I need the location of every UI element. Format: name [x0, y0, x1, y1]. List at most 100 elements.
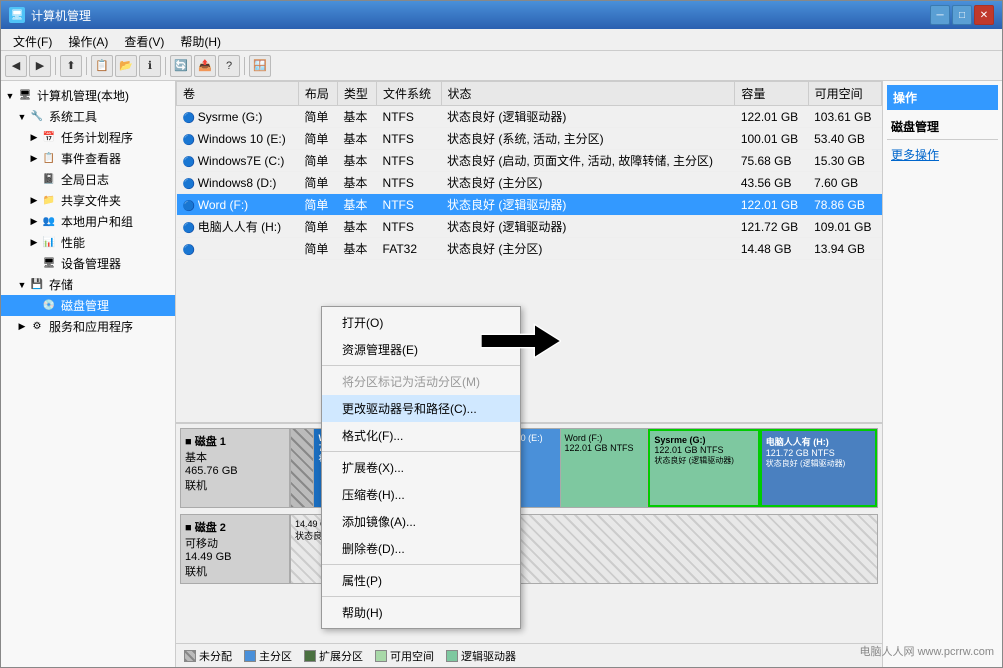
table-row[interactable]: 🔵 Windows7E (C:)简单基本NTFS状态良好 (启动, 页面文件, … [177, 150, 882, 172]
more-actions-link[interactable]: 更多操作 [887, 144, 998, 165]
sidebar-label: 服务和应用程序 [49, 318, 133, 335]
help-button[interactable]: ? [218, 55, 240, 77]
table-cell: 简单 [298, 150, 337, 172]
sidebar-item-local-users[interactable]: ▶ 👥 本地用户和组 [1, 211, 175, 232]
table-cell: 状态良好 (逻辑驱动器) [441, 106, 735, 128]
table-cell: NTFS [377, 150, 441, 172]
up-button[interactable]: ⬆ [60, 55, 82, 77]
expand-arrow: ▼ [5, 91, 15, 101]
scheduler-icon: 📅 [41, 130, 57, 146]
close-button[interactable]: ✕ [974, 5, 994, 25]
table-cell: 简单 [298, 194, 337, 216]
sidebar-item-event-viewer[interactable]: ▶ 📋 事件查看器 [1, 148, 175, 169]
minimize-button[interactable]: ─ [930, 5, 950, 25]
back-button[interactable]: ◀ [5, 55, 27, 77]
ctx-item[interactable]: 帮助(H) [322, 599, 520, 626]
table-cell: 103.61 GB [808, 106, 881, 128]
table-row[interactable]: 🔵 电脑人人有 (H:)简单基本NTFS状态良好 (逻辑驱动器)121.72 G… [177, 216, 882, 238]
table-cell: NTFS [377, 172, 441, 194]
col-header-volume[interactable]: 卷 [177, 82, 299, 106]
expand-button[interactable]: 📂 [115, 55, 137, 77]
sidebar-item-computer[interactable]: ▼ 🖥 计算机管理(本地) [1, 85, 175, 106]
table-cell: NTFS [377, 216, 441, 238]
legend-logical: 逻辑驱动器 [446, 648, 516, 664]
partition-sysrme[interactable]: Sysrme (G:) 122.01 GB NTFS 状态良好 (逻辑驱动器) [648, 429, 759, 507]
table-cell: 🔵 Word (F:) [177, 194, 299, 216]
legend-primary-label: 主分区 [259, 648, 292, 664]
col-header-type[interactable]: 类型 [337, 82, 376, 106]
ctx-item[interactable]: 属性(P) [322, 567, 520, 594]
menu-help[interactable]: 帮助(H) [172, 31, 229, 48]
sidebar-item-task-scheduler[interactable]: ▶ 📅 任务计划程序 [1, 127, 175, 148]
table-cell: 状态良好 (逻辑驱动器) [441, 194, 735, 216]
sidebar-item-disk-management[interactable]: 💿 磁盘管理 [1, 295, 175, 316]
new-window-button[interactable]: 🪟 [249, 55, 271, 77]
table-cell: 简单 [298, 216, 337, 238]
table-cell: 🔵 Windows7E (C:) [177, 150, 299, 172]
right-panel: 卷 布局 类型 文件系统 状态 容量 可用空间 🔵 Sysrme (G:)简单基… [176, 81, 882, 667]
table-cell: 7.60 GB [808, 172, 881, 194]
table-row[interactable]: 🔵 Word (F:)简单基本NTFS状态良好 (逻辑驱动器)122.01 GB… [177, 194, 882, 216]
legend-free-box [375, 650, 387, 662]
menu-file[interactable]: 文件(F) [5, 31, 60, 48]
partition-unallocated[interactable] [291, 429, 314, 507]
ctx-item[interactable]: 删除卷(D)... [322, 535, 520, 562]
sidebar-item-device-manager[interactable]: 🖥 设备管理器 [1, 253, 175, 274]
table-cell: 109.01 GB [808, 216, 881, 238]
sidebar-item-system-tools[interactable]: ▼ 🔧 系统工具 [1, 106, 175, 127]
table-cell: 🔵 Sysrme (G:) [177, 106, 299, 128]
col-header-fs[interactable]: 文件系统 [377, 82, 441, 106]
expand-arrow: ▶ [29, 196, 39, 206]
table-row[interactable]: 🔵 Windows 10 (E:)简单基本NTFS状态良好 (系统, 活动, 主… [177, 128, 882, 150]
sidebar-item-shared-folders[interactable]: ▶ 📁 共享文件夹 [1, 190, 175, 211]
table-cell: 简单 [298, 238, 337, 260]
refresh-button[interactable]: 🔄 [170, 55, 192, 77]
legend-extended: 扩展分区 [304, 648, 363, 664]
disk-table[interactable]: 卷 布局 类型 文件系统 状态 容量 可用空间 🔵 Sysrme (G:)简单基… [176, 81, 882, 423]
sidebar-item-services[interactable]: ▶ ⚙ 服务和应用程序 [1, 316, 175, 337]
expand-arrow: ▶ [29, 238, 39, 248]
properties-button[interactable]: ℹ [139, 55, 161, 77]
expand-arrow: ▶ [29, 133, 39, 143]
actions-panel: 操作 磁盘管理 更多操作 [882, 81, 1002, 667]
col-header-layout[interactable]: 布局 [298, 82, 337, 106]
ctx-item[interactable]: 格式化(F)... [322, 422, 520, 449]
export-button[interactable]: 📤 [194, 55, 216, 77]
partition-word[interactable]: Word (F:) 122.01 GB NTFS [561, 429, 649, 507]
legend-extended-label: 扩展分区 [319, 648, 363, 664]
disk-visual: ■ 磁盘 1 基本 465.76 GB 联机 Windows7E (C:) 75… [176, 423, 882, 643]
sidebar-item-storage[interactable]: ▼ 💾 存储 [1, 274, 175, 295]
menu-view[interactable]: 查看(V) [116, 31, 172, 48]
ctx-separator [322, 564, 520, 565]
partition-pcrrw[interactable]: 电脑人人有 (H:) 121.72 GB NTFS 状态良好 (逻辑驱动器) [760, 429, 877, 507]
disk-2-size: 14.49 GB [185, 551, 285, 563]
window-controls[interactable]: ─ □ ✕ [930, 5, 994, 25]
menu-bar: 文件(F) 操作(A) 查看(V) 帮助(H) [1, 29, 1002, 51]
maximize-button[interactable]: □ [952, 5, 972, 25]
table-row[interactable]: 🔵 Windows8 (D:)简单基本NTFS状态良好 (主分区)43.56 G… [177, 172, 882, 194]
col-header-status[interactable]: 状态 [441, 82, 735, 106]
show-hide-button[interactable]: 📋 [91, 55, 113, 77]
table-row[interactable]: 🔵 Sysrme (G:)简单基本NTFS状态良好 (逻辑驱动器)122.01 … [177, 106, 882, 128]
table-cell: 基本 [337, 150, 376, 172]
ctx-item[interactable]: 扩展卷(X)... [322, 454, 520, 481]
forward-button[interactable]: ▶ [29, 55, 51, 77]
table-cell: 简单 [298, 128, 337, 150]
sidebar-item-performance[interactable]: ▶ 📊 性能 [1, 232, 175, 253]
users-icon: 👥 [41, 214, 57, 230]
ctx-item[interactable]: 添加镜像(A)... [322, 508, 520, 535]
table-cell: 122.01 GB [735, 106, 808, 128]
computer-icon: 🖥 [17, 88, 33, 104]
col-header-free[interactable]: 可用空间 [808, 82, 881, 106]
legend-bar: 未分配 主分区 扩展分区 可用空间 逻辑驱动器 [176, 643, 882, 667]
col-header-capacity[interactable]: 容量 [735, 82, 808, 106]
sidebar-label: 任务计划程序 [61, 129, 133, 146]
table-cell: 基本 [337, 172, 376, 194]
table-row[interactable]: 🔵 简单基本FAT32状态良好 (主分区)14.48 GB13.94 GB [177, 238, 882, 260]
ctx-item[interactable]: 更改驱动器号和路径(C)... [322, 395, 520, 422]
table-cell: 🔵 电脑人人有 (H:) [177, 216, 299, 238]
ctx-item[interactable]: 压缩卷(H)... [322, 481, 520, 508]
menu-action[interactable]: 操作(A) [60, 31, 116, 48]
sidebar-item-global-log[interactable]: 📓 全局日志 [1, 169, 175, 190]
legend-extended-box [304, 650, 316, 662]
